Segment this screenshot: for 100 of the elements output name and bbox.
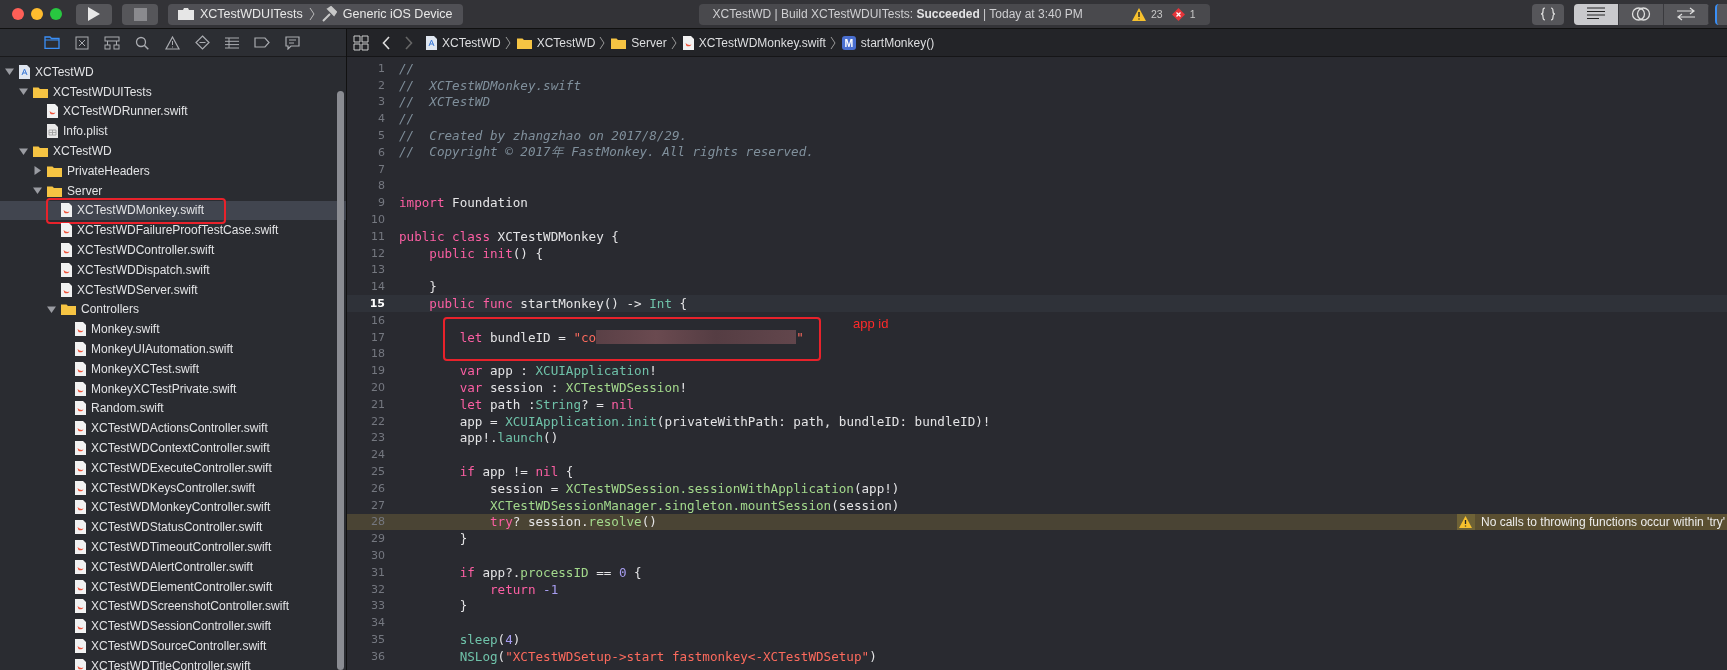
navigator-item[interactable]: Controllers [81,302,140,317]
navigator-item[interactable]: XCTestWD [53,144,112,159]
grid-icon[interactable] [353,34,369,51]
navigator-item[interactable]: XCTestWDStatusController.swift [91,520,263,535]
forward-icon[interactable] [404,35,413,50]
disclosure-triangle-down-icon[interactable] [47,304,56,314]
error-count: 1 [1189,8,1196,20]
line-number: 17 [370,330,385,344]
disclosure-triangle-down-icon[interactable] [19,146,28,156]
navigator-item[interactable]: XCTestWDFailureProofTestCase.swift [77,223,279,238]
close-window-button[interactable] [12,8,24,20]
navigator-item[interactable]: Random.swift [91,401,164,416]
breadcrumb-item[interactable]: Server [631,35,667,50]
code-text: // Copyright © 2017年 FastMonkey. All rights reserved. [399,143,814,161]
navigator-item[interactable]: XCTestWDServer.swift [77,282,198,297]
annotation-label: app id [853,315,889,331]
code-text: let path :String? = nil [458,396,635,412]
code-text: } [458,598,468,614]
swift-file-icon [75,599,86,614]
breadcrumb-item[interactable]: XCTestWD [536,35,596,50]
tag-icon [254,37,270,48]
zoom-window-button[interactable] [50,8,62,20]
minimize-window-button[interactable] [31,8,43,20]
navigator-item[interactable]: XCTestWDActionsController.swift [91,421,268,436]
navigator-item[interactable]: XCTestWDKeysController.swift [91,480,256,495]
navigator-item[interactable]: MonkeyXCTest.swift [91,361,200,376]
line-number: 30 [370,549,385,562]
breadcrumb-item[interactable]: XCTestWDMonkey.swift [698,35,826,50]
disclosure-triangle-down-icon[interactable] [33,186,42,196]
disclosure-triangle-right-icon[interactable] [33,166,42,176]
diamond-icon [194,35,210,50]
line-number: 14 [370,280,385,294]
navigator-item[interactable]: MonkeyUIAutomation.swift [91,342,234,357]
code-text: public func startMonkey() -> Int { [428,296,688,312]
swift-file-icon [61,262,72,277]
code-text: // Created by zhangzhao on 2017/8/29. [399,128,688,144]
swift-file-icon [75,421,86,436]
swift-file-icon [75,460,86,475]
breadcrumb-item[interactable]: startMonkey() [860,35,935,50]
swift-file-icon [75,559,86,574]
library-button[interactable] [1532,3,1564,25]
navigator-item[interactable]: XCTestWDMonkey.swift [77,203,205,218]
navigator-item[interactable]: XCTestWDContextController.swift [91,441,270,456]
navigator-item[interactable]: Monkey.swift [91,322,160,337]
navigator-item[interactable]: XCTestWDController.swift [77,243,215,258]
project-file-icon [426,35,437,50]
line-number: 2 [377,78,385,92]
swift-file-icon [75,639,86,653]
navigator-toggle-button[interactable] [1715,3,1727,25]
line-number: 29 [370,532,385,546]
line-number: 19 [370,364,385,378]
navigator-item[interactable]: XCTestWDSourceController.swift [91,639,267,653]
selected-row-highlight[interactable]: XCTestWDMonkey.swift [0,200,346,221]
navigator-item[interactable]: XCTestWDExecuteController.swift [91,460,272,475]
navigator-item[interactable]: XCTestWDTitleController.swift [91,658,251,670]
navigator-item[interactable]: Info.plist [63,124,108,139]
swift-file-icon [75,401,86,416]
navigator-item[interactable]: XCTestWDUITests [53,84,152,99]
line-number: 24 [370,448,385,462]
chevron-right-icon [599,35,606,50]
breadcrumb-item[interactable]: XCTestWD [442,35,501,50]
navigator-item[interactable]: XCTestWDSessionController.swift [91,619,272,634]
disclosure-triangle-down-icon[interactable] [19,87,28,97]
scheme-selector[interactable]: XCTestWDUITests Generic iOS Device [168,3,463,25]
folder-icon [44,36,60,49]
stop-button[interactable] [122,3,158,25]
navigator-item[interactable]: XCTestWDRunner.swift [63,104,188,119]
navigator-tab[interactable] [192,32,212,53]
navigator-item[interactable]: PrivateHeaders [67,163,150,178]
swift-file-icon [75,342,86,357]
navigator-item[interactable]: XCTestWDElementController.swift [91,579,273,594]
destination-name[interactable]: Generic iOS Device [342,7,453,21]
code-text: } [428,279,437,295]
navigator-item[interactable]: XCTestWDDispatch.swift [77,262,210,277]
navigator-item[interactable]: Server [67,183,103,198]
back-icon[interactable] [382,35,391,50]
navigator-item[interactable]: XCTestWDAlertController.swift [91,559,254,574]
line-number: 11 [370,229,385,243]
warning-triangle-icon [164,35,180,50]
app-target-icon [178,8,194,20]
editor-mode-button[interactable] [1574,3,1619,25]
line-number: 10 [370,213,385,227]
line-number: 22 [370,414,385,428]
line-number: 12 [370,246,385,260]
navigator-item[interactable]: XCTestWDScreenshotController.swift [91,599,290,614]
swift-file-icon [75,500,86,515]
navigator-item[interactable]: XCTestWDMonkeyController.swift [91,500,271,515]
navigator-item[interactable]: XCTestWDTimeoutController.swift [91,540,272,554]
scroll-bar[interactable] [337,91,344,670]
navigator-item[interactable]: MonkeyXCTestPrivate.swift [91,381,237,396]
chevron-right-icon [308,7,315,21]
code-text: if app?.processID == 0 { [458,564,642,580]
swift-file-icon [75,381,86,396]
line-number: 28 [370,515,385,529]
overlapping-circles-icon [1631,6,1651,22]
disclosure-triangle-down-icon[interactable] [5,67,14,77]
swift-file-icon [75,441,86,456]
scheme-name[interactable]: XCTestWDUITests [200,7,303,21]
run-button[interactable] [76,3,112,25]
navigator-item[interactable]: XCTestWD [35,64,94,79]
